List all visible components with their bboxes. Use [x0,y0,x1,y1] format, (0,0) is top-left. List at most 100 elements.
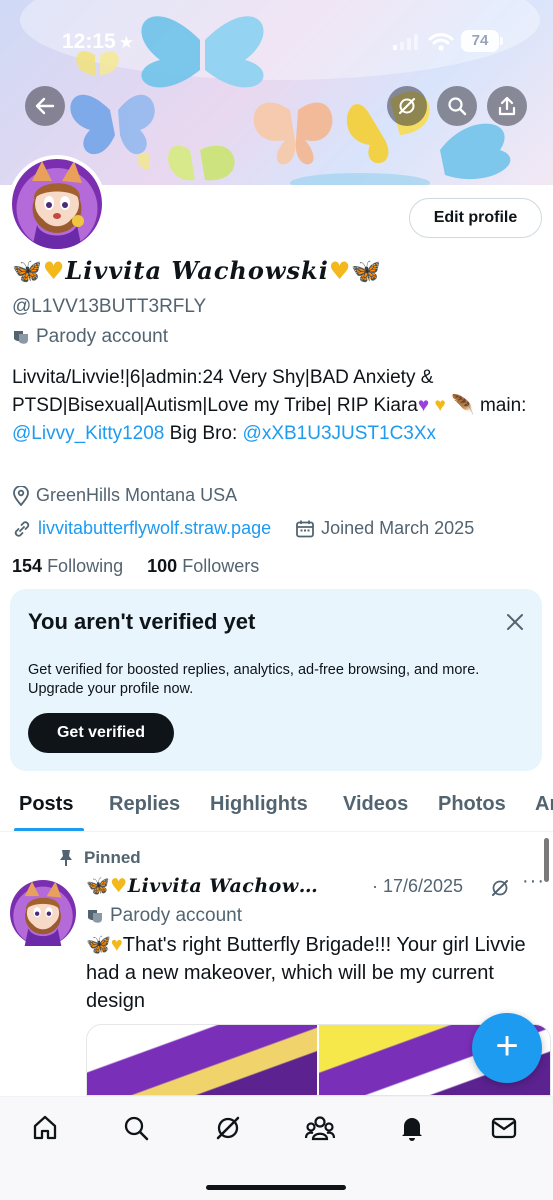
bio-bro-label: Big Bro: [169,423,238,444]
profile-website-row: livvitabutterflywolf.straw.page Joined M… [12,518,474,539]
post-image-1[interactable] [87,1025,317,1095]
followers-link[interactable]: 100 Followers [147,556,259,576]
display-name-text: Livvita Wachowski [65,256,329,285]
followers-count: 100 [147,556,178,576]
followers-label: Followers [182,556,260,576]
nav-messages[interactable] [484,1111,524,1145]
post-parody-label: Parody account [86,905,242,927]
parody-mask-icon [14,331,28,344]
post-avatar[interactable] [10,880,76,946]
display-name: 🦋♥Livvita Wachowski♥🦋 [12,256,382,285]
profile-handle: @L1VV13BUTT3RFLY [12,296,207,317]
website-link[interactable]: livvitabutterflywolf.straw.page [38,518,271,539]
grok-button[interactable] [387,86,427,126]
yellow-heart-emoji: ♥ [110,934,123,956]
profile-avatar[interactable] [8,155,106,253]
post-text: 🦋♥That's right Butterfly Brigade!!! Your… [86,931,536,1015]
avatar-art [32,161,84,249]
battery-indicator: 74 [461,30,503,52]
parody-text: Parody account [36,326,169,347]
post-date[interactable]: · 17/6/2025 [372,876,463,897]
messages-icon [491,1117,517,1139]
pinned-label: Pinned [58,848,141,868]
tab-articles[interactable]: Ar [535,793,553,816]
back-button[interactable] [25,86,65,126]
big-bro-link[interactable]: @xXB1U3JUST1C3Xx [243,423,437,444]
verification-title: You aren't verified yet [28,609,256,634]
follow-stats: 154 Following 100 Followers [12,556,259,577]
post-header: 🦋♥Livvita Wachow… · 17/6/2025 ··· [86,870,546,904]
post-parody-text: Parody account [110,905,243,926]
communities-icon [304,1116,336,1141]
home-indicator[interactable] [206,1185,346,1190]
nav-home[interactable] [25,1111,65,1145]
post-author[interactable]: 🦋♥Livvita Wachow… [86,874,318,897]
avatar-art [24,881,62,946]
nav-explore[interactable] [116,1111,156,1145]
nav-grok[interactable] [208,1111,248,1145]
link-icon [14,520,30,537]
scrollbar[interactable] [544,838,549,882]
yellow-heart-emoji: ♥ [110,875,128,897]
location-icon [13,485,29,506]
blue-butterfly-emoji: 🦋 [86,934,111,956]
following-label: Following [47,556,124,576]
share-icon [498,96,516,116]
close-icon[interactable] [504,611,526,633]
blue-butterfly-emoji: 🦋 [86,875,111,897]
cellular-signal-icon [393,34,418,50]
parody-mask-icon [88,910,102,923]
status-time: 12:15 ★ [62,30,134,53]
post-author-name: Livvita Wachow… [127,875,319,897]
location-text: GreenHills Montana USA [36,485,238,505]
parody-label: Parody account [12,326,168,348]
calendar-icon [296,520,315,537]
following-count: 154 [12,556,43,576]
pin-icon [60,850,72,866]
grok-icon [398,97,416,115]
search-icon [448,97,467,116]
profile-tabs: Posts Replies Highlights Videos Photos A… [0,780,553,832]
joined-date: Joined March 2025 [321,518,475,538]
search-button[interactable] [437,86,477,126]
profile-bio: Livvita/Livvie!|6|admin:24 Very Shy|BAD … [12,364,542,448]
tab-posts[interactable]: Posts [19,793,73,816]
bio-line: Livvita/Livvie!|6|admin:24 Very Shy|BAD … [12,367,434,416]
blue-butterfly-emoji: 🦋 [12,256,43,285]
main-account-link[interactable]: @Livvy_Kitty1208 [12,423,164,444]
explore-icon [124,1116,149,1141]
share-button[interactable] [487,86,527,126]
tab-replies[interactable]: Replies [109,793,180,816]
pinned-text: Pinned [84,848,141,867]
nav-communities[interactable] [300,1111,340,1145]
yellow-heart-emoji: ♥ [42,256,66,285]
yellow-heart-emoji: ♥ [328,256,352,285]
location-star-icon: ★ [118,33,134,52]
tab-videos[interactable]: Videos [343,793,408,816]
back-icon [35,97,55,115]
profile-location: GreenHills Montana USA [12,485,237,506]
get-verified-button[interactable]: Get verified [28,713,174,753]
blue-butterfly-emoji: 🦋 [351,256,383,285]
compose-button[interactable]: + [472,1013,542,1083]
tab-highlights[interactable]: Highlights [210,793,308,816]
status-bar: 12:15 ★ 74 [0,0,553,80]
yellow-heart-emoji: ♥ [434,395,446,416]
edit-profile-button[interactable]: Edit profile [409,198,542,238]
tab-photos[interactable]: Photos [438,793,506,816]
nav-notifications[interactable] [392,1111,432,1145]
more-options-icon[interactable]: ··· [522,870,545,893]
bio-main-label: main: [479,395,527,416]
grok-icon[interactable] [490,878,510,898]
active-tab-indicator [14,828,84,831]
notifications-icon [402,1118,422,1141]
feather-emoji: 🪶 [451,395,475,416]
following-link[interactable]: 154 Following [12,556,123,576]
grok-nav-icon [216,1116,240,1140]
purple-heart-emoji: ♥ [417,395,430,416]
verification-card: You aren't verified yet Get verified for… [10,589,542,771]
post-body: That's right Butterfly Brigade!!! Your g… [86,934,526,1012]
verification-body: Get verified for boosted replies, analyt… [28,662,480,697]
home-icon [33,1115,57,1140]
wifi-icon [428,33,454,51]
